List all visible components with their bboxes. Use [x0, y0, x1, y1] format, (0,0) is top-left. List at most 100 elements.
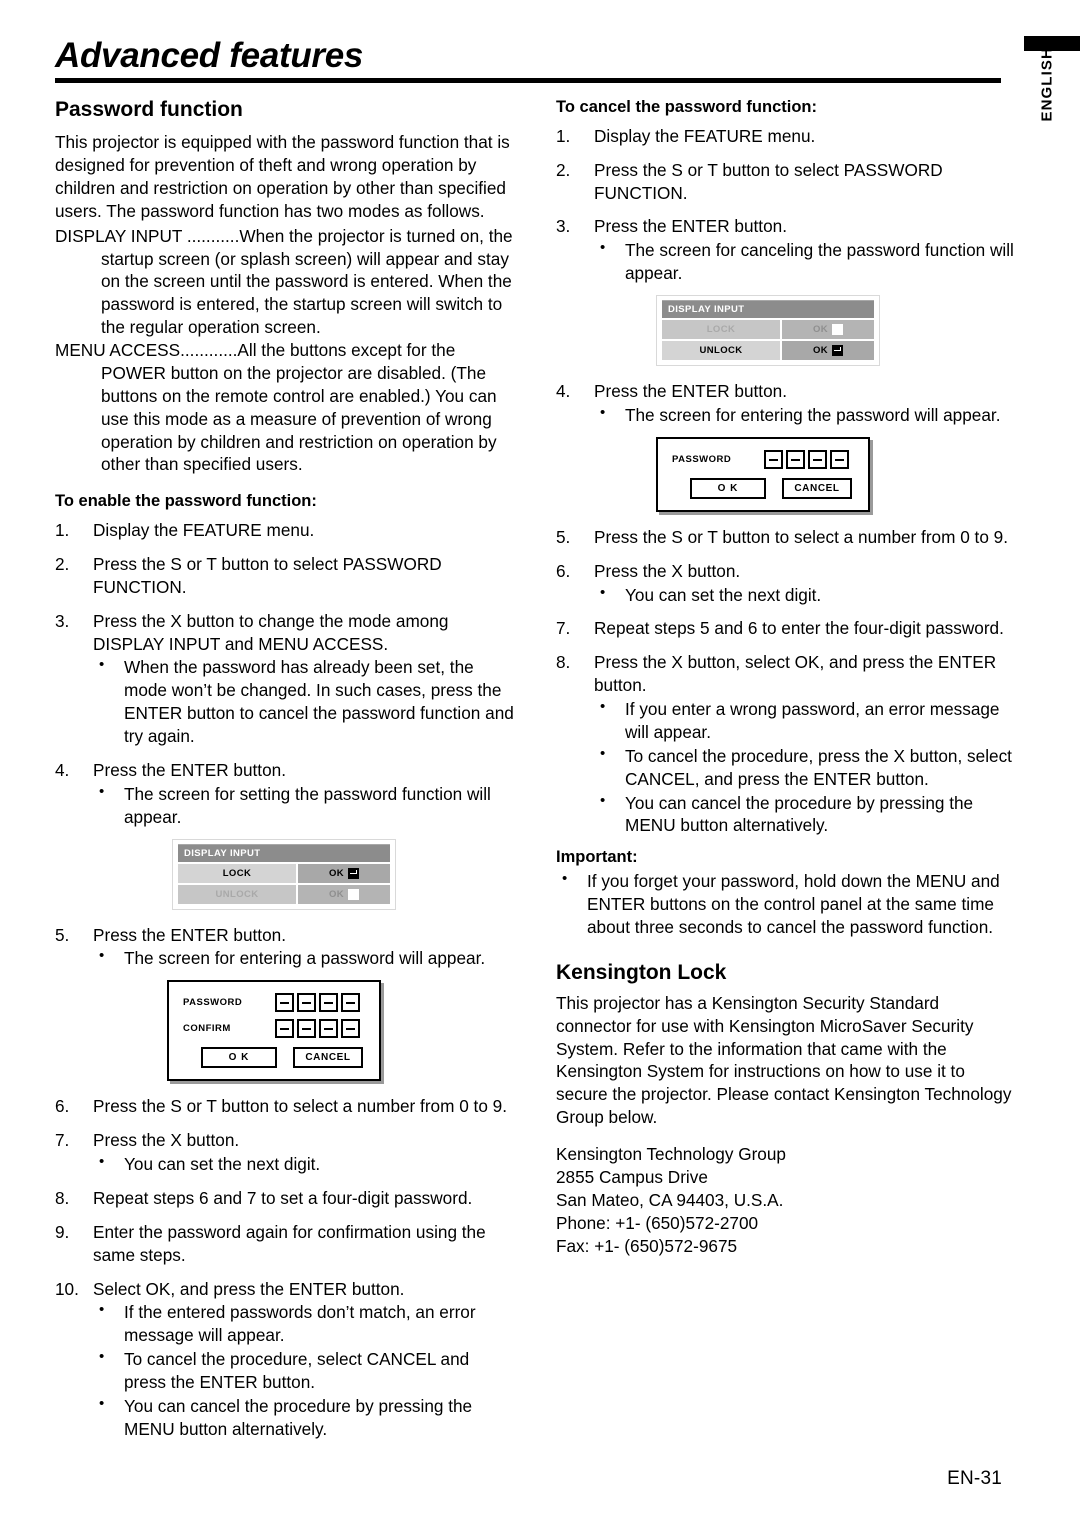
osd-row-value: OK: [782, 341, 874, 361]
section-title-password-function: Password function: [55, 98, 243, 121]
confirm-row: CONFIRM: [183, 1019, 365, 1039]
step-text: Press the S or T button to select a numb…: [93, 1096, 507, 1117]
step-number: 2.: [556, 159, 571, 180]
language-tab: ENGLISH: [1022, 36, 1080, 186]
step-bullets: If you enter a wrong password, an error …: [594, 697, 1016, 838]
osd-value-text: OK: [812, 324, 829, 336]
heading-cancel-password: To cancel the password function:: [556, 98, 817, 116]
step-number: 7.: [55, 1130, 70, 1151]
heading-important: Important:: [556, 848, 638, 867]
bullet-item: The screen for entering a password will …: [93, 946, 515, 970]
step-text: Press the ENTER button.: [594, 381, 787, 402]
bullet-item: To cancel the procedure, select CANCEL a…: [93, 1347, 515, 1394]
confirm-digit-box[interactable]: [319, 1019, 338, 1039]
mode-menu-access-name: MENU ACCESS............: [55, 340, 238, 361]
bullet-item: You can cancel the procedure by pressing…: [93, 1394, 515, 1441]
figure-osd-display-input-right: DISPLAY INPUT LOCK OK UNLOCK OK: [656, 295, 1016, 367]
bullet-item: To cancel the procedure, press the X but…: [594, 744, 1016, 791]
step-number: 7.: [556, 618, 571, 639]
osd-row-label: LOCK: [662, 320, 780, 340]
step-number: 1.: [556, 125, 571, 146]
step-text: Press the ENTER button.: [93, 924, 286, 945]
osd-row-unlock: UNLOCK OK: [178, 884, 390, 904]
mode-display-input: DISPLAY INPUT ...........When the projec…: [55, 225, 515, 339]
bullet-item: You can cancel the procedure by pressing…: [594, 791, 1016, 838]
step-text: Display the FEATURE menu.: [93, 520, 315, 541]
ok-button[interactable]: O K: [690, 477, 766, 499]
cancel-button[interactable]: CANCEL: [782, 477, 852, 499]
step-text: Display the FEATURE menu.: [594, 125, 816, 146]
password-digit-box[interactable]: [297, 993, 316, 1013]
important-bullets: If you forget your password, hold down t…: [556, 869, 1016, 939]
step-item: 4. Press the ENTER button. The screen fo…: [55, 759, 515, 829]
password-digit-box[interactable]: [319, 993, 338, 1013]
cancel-steps-list-a: 1. Display the FEATURE menu. 2. Press th…: [556, 125, 1016, 285]
step-number: 6.: [55, 1096, 70, 1117]
step-item: 4. Press the ENTER button. The screen fo…: [556, 380, 1016, 427]
step-item: 10. Select OK, and press the ENTER butto…: [55, 1278, 515, 1441]
step-text: Press the ENTER button.: [93, 759, 286, 780]
confirm-digit-group: [275, 1019, 360, 1039]
ok-button[interactable]: O K: [201, 1047, 277, 1069]
bullet-item: If you enter a wrong password, an error …: [594, 697, 1016, 744]
password-digit-box[interactable]: [341, 993, 360, 1013]
osd-row-value: OK: [298, 863, 390, 883]
password-dialog: PASSWORD CONFIRM O K CANCEL: [167, 980, 381, 1082]
step-number: 3.: [556, 216, 571, 237]
language-tab-label: ENGLISH: [1038, 47, 1056, 122]
confirm-digit-box[interactable]: [297, 1019, 316, 1039]
osd-row-value: OK: [782, 320, 874, 340]
osd-value-text: OK: [328, 867, 345, 879]
osd-row-label: UNLOCK: [178, 884, 296, 904]
osd-row-lock: LOCK OK: [178, 863, 390, 883]
page-header: Advanced features: [55, 38, 1001, 83]
password-digit-box[interactable]: [830, 449, 849, 469]
enable-steps-list-b: 5. Press the ENTER button. The screen fo…: [55, 924, 515, 971]
password-row-label: PASSWORD: [183, 997, 243, 1009]
blank-square-icon: [348, 888, 360, 900]
osd-row-lock: LOCK OK: [662, 320, 874, 340]
heading-enable-password: To enable the password function:: [55, 492, 317, 511]
step-text: Press the S or T button to select PASSWO…: [594, 159, 943, 203]
figure-password-confirm-dialog: PASSWORD CONFIRM O K CANCEL: [167, 980, 515, 1082]
mode-menu-access: MENU ACCESS............All the buttons e…: [55, 339, 515, 476]
address-line: San Mateo, CA 94403, U.S.A.: [556, 1189, 784, 1210]
step-text: Press the X button to change the mode am…: [93, 610, 449, 654]
step-item: 1. Display the FEATURE menu.: [55, 519, 515, 542]
password-digit-box[interactable]: [764, 449, 783, 469]
bullet-item: If the entered passwords don’t match, an…: [93, 1300, 515, 1347]
bullet-item: When the password has already been set, …: [93, 655, 515, 748]
osd-row-value: OK: [298, 884, 390, 904]
mode-display-input-name: DISPLAY INPUT ...........: [55, 225, 240, 246]
step-text: Press the S or T button to select PASSWO…: [93, 553, 442, 597]
confirm-digit-box[interactable]: [341, 1019, 360, 1039]
address-line: Kensington Technology Group: [556, 1144, 786, 1165]
bullet-item: The screen for canceling the password fu…: [594, 238, 1016, 285]
osd-row-unlock: UNLOCK OK: [662, 341, 874, 361]
step-bullets: The screen for entering the password wil…: [594, 403, 1016, 427]
enter-key-icon: [832, 345, 844, 357]
step-number: 4.: [556, 381, 571, 402]
step-item: 2. Press the S or T button to select PAS…: [55, 553, 515, 599]
confirm-digit-box[interactable]: [275, 1019, 294, 1039]
step-number: 8.: [55, 1187, 70, 1208]
cancel-button[interactable]: CANCEL: [293, 1047, 363, 1069]
step-bullets: The screen for entering a password will …: [93, 946, 515, 970]
blank-square-icon: [832, 324, 844, 336]
step-number: 10.: [55, 1278, 79, 1299]
step-bullets: You can set the next digit.: [93, 1152, 515, 1176]
step-number: 2.: [55, 553, 70, 574]
step-text: Select OK, and press the ENTER button.: [93, 1278, 405, 1299]
step-text: Press the X button.: [93, 1130, 240, 1151]
password-digit-box[interactable]: [275, 993, 294, 1013]
bullet-item: You can set the next digit.: [594, 583, 1016, 607]
title-rule: [55, 78, 1001, 83]
enable-steps-list-c: 6. Press the S or T button to select a n…: [55, 1095, 515, 1440]
password-dialog: PASSWORD O K CANCEL: [656, 436, 870, 512]
step-item: 6. Press the X button. You can set the n…: [556, 560, 1016, 607]
step-number: 5.: [55, 924, 70, 945]
bullet-item: The screen for setting the password func…: [93, 782, 515, 829]
password-digit-box[interactable]: [808, 449, 827, 469]
password-digit-box[interactable]: [786, 449, 805, 469]
step-text: Press the X button, select OK, and press…: [594, 652, 997, 696]
